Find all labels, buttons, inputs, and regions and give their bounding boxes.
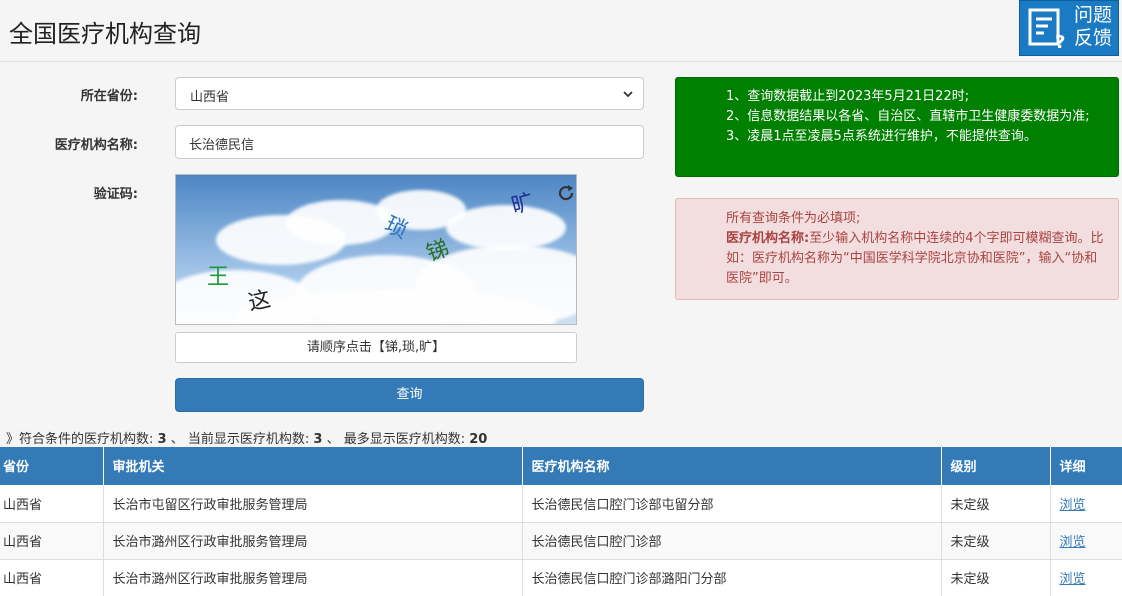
shown-count: 3 xyxy=(313,432,323,447)
max-count: 20 xyxy=(469,432,488,447)
table-row: 山西省 长治市潞州区行政审批服务管理局 长治德民信口腔门诊部 未定级 浏览 xyxy=(0,521,1122,560)
summary-sep: 、 当前显示医疗机构数: xyxy=(170,432,310,447)
notice-line: 1、查询数据截止到2023年5月21日22时; xyxy=(726,89,970,104)
query-button[interactable]: 查询 xyxy=(175,378,644,412)
cell-level: 未定级 xyxy=(940,558,1051,596)
feedback-label-line1: 问题 xyxy=(1074,4,1113,26)
refresh-icon[interactable] xyxy=(556,183,576,203)
view-detail-link[interactable]: 浏览 xyxy=(1060,572,1086,587)
captcha-label: 验证码: xyxy=(93,187,138,202)
cell-detail: 浏览 xyxy=(1049,484,1122,523)
table-row: 山西省 长治市屯留区行政审批服务管理局 长治德民信口腔门诊部屯留分部 未定级 浏… xyxy=(0,484,1122,523)
cell-province: 山西省 xyxy=(0,521,104,560)
table-row: 山西省 长治市潞州区行政审批服务管理局 长治德民信口腔门诊部潞阳门分部 未定级 … xyxy=(0,558,1122,596)
cell-detail: 浏览 xyxy=(1049,521,1122,560)
table-header-row: 省份 审批机关 医疗机构名称 级别 详细 xyxy=(0,447,1122,486)
feedback-label: 问题 反馈 xyxy=(1074,4,1118,50)
column-header-province: 省份 xyxy=(0,447,104,486)
data-notice: 1、查询数据截止到2023年5月21日22时; 2、信息数据结果以各省、自治区、… xyxy=(675,77,1119,177)
cell-province: 山西省 xyxy=(0,484,104,523)
cell-level: 未定级 xyxy=(940,521,1051,560)
cell-authority: 长治市潞州区行政审批服务管理局 xyxy=(102,521,523,560)
feedback-form-icon: ? xyxy=(1028,8,1065,50)
feedback-label-line2: 反馈 xyxy=(1074,27,1113,49)
requirement-notice: 所有查询条件为必填项; 医疗机构名称:至少输入机构名称中连续的4个字即可模糊查询… xyxy=(675,198,1119,300)
cell-authority: 长治市屯留区行政审批服务管理局 xyxy=(102,484,523,523)
captcha-image[interactable]: 王 这 琐 锑 旷 xyxy=(175,174,577,325)
results-table: 省份 审批机关 医疗机构名称 级别 详细 山西省 长治市屯留区行政审批服务管理局… xyxy=(0,447,1122,596)
cell-institution: 长治德民信口腔门诊部 xyxy=(521,521,942,560)
cell-institution: 长治德民信口腔门诊部潞阳门分部 xyxy=(521,558,942,596)
notice-line: 3、凌晨1点至凌晨5点系统进行维护，不能提供查询。 xyxy=(726,129,1037,144)
page-header: 全国医疗机构查询 ? 问题 反馈 xyxy=(0,0,1122,62)
column-header-authority: 审批机关 xyxy=(102,447,523,486)
captcha-hint: 请顺序点击【锑,琐,旷】 xyxy=(175,332,577,363)
cell-detail: 浏览 xyxy=(1049,558,1122,596)
notice-bold: 医疗机构名称: xyxy=(726,231,810,246)
summary-prefix: 》符合条件的医疗机构数: xyxy=(6,432,154,447)
cell-authority: 长治市潞州区行政审批服务管理局 xyxy=(102,558,523,596)
summary-sep: 、 最多显示医疗机构数: xyxy=(326,432,466,447)
match-count: 3 xyxy=(157,432,167,447)
feedback-button[interactable]: ? 问题 反馈 xyxy=(1019,0,1119,56)
column-header-level: 级别 xyxy=(940,447,1051,486)
chevron-down-icon xyxy=(623,91,633,98)
result-summary: 》符合条件的医疗机构数: 3 、 当前显示医疗机构数: 3 、 最多显示医疗机构… xyxy=(6,428,487,447)
cell-province: 山西省 xyxy=(0,558,104,596)
notice-line: 所有查询条件为必填项; xyxy=(726,211,861,226)
institution-name-input[interactable]: 长治德民信 xyxy=(175,125,644,159)
page-title: 全国医疗机构查询 xyxy=(9,20,201,48)
province-label: 所在省份: xyxy=(80,89,138,104)
column-header-detail: 详细 xyxy=(1049,447,1122,486)
captcha-char[interactable]: 王 xyxy=(207,259,229,291)
view-detail-link[interactable]: 浏览 xyxy=(1060,535,1086,550)
column-header-institution: 医疗机构名称 xyxy=(521,447,942,486)
institution-name-label: 医疗机构名称: xyxy=(54,138,138,153)
province-select[interactable]: 山西省 xyxy=(175,77,644,110)
province-select-value: 山西省 xyxy=(190,90,230,105)
notice-line: 医疗机构名称:至少输入机构名称中连续的4个字即可模糊查询。比如：医疗机构名称为“… xyxy=(726,229,1106,289)
view-detail-link[interactable]: 浏览 xyxy=(1060,498,1086,513)
notice-line: 2、信息数据结果以各省、自治区、直辖市卫生健康委数据为准; xyxy=(726,109,1090,124)
svg-text:?: ? xyxy=(1055,32,1065,50)
cell-level: 未定级 xyxy=(940,484,1051,523)
cell-institution: 长治德民信口腔门诊部屯留分部 xyxy=(521,484,942,523)
